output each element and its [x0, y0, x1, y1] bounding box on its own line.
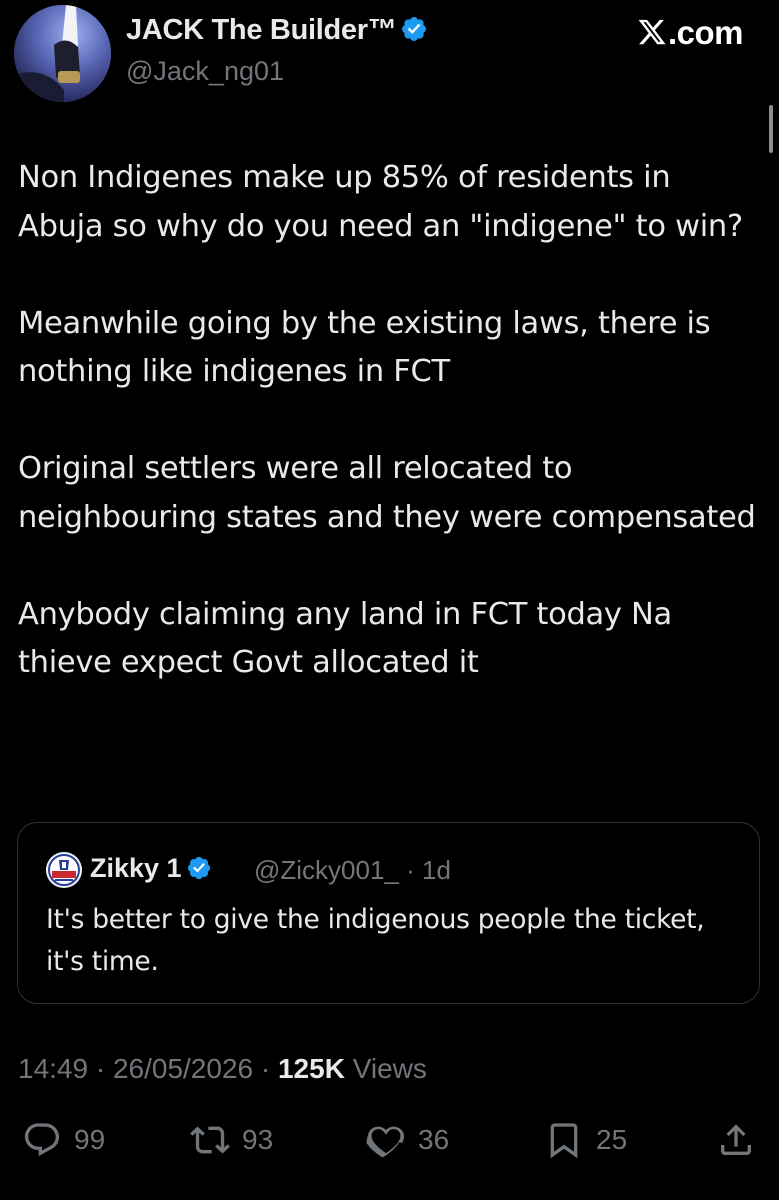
tweet-paragraph: Original settlers were all relocated to …: [18, 451, 756, 535]
action-bar: 99 93 36 25: [0, 1118, 779, 1162]
quote-author-name-text: Zikky 1: [90, 853, 182, 883]
tweet-paragraph: Non Indigenes make up 85% of residents i…: [18, 160, 743, 244]
bookmark-icon: [544, 1120, 584, 1160]
author-avatar[interactable]: [14, 5, 111, 102]
quote-handle-time: @Zicky001_ · 1d: [254, 855, 451, 885]
heart-icon: [366, 1120, 406, 1160]
reply-icon: [22, 1120, 62, 1160]
scroll-indicator: [769, 105, 773, 153]
like-button[interactable]: 36: [366, 1118, 449, 1162]
quoted-tweet[interactable]: Zikky 1 @Zicky001_ · 1d It's better to g…: [17, 822, 760, 1004]
reply-button[interactable]: 99: [22, 1118, 105, 1162]
repost-icon: [190, 1120, 230, 1160]
reply-count: 99: [74, 1124, 106, 1155]
quote-avatar[interactable]: [46, 852, 82, 888]
like-count: 36: [418, 1124, 450, 1155]
verified-badge-icon: [186, 855, 212, 881]
quote-text: It's better to give the indigenous peopl…: [46, 904, 705, 977]
verified-badge-icon: [400, 15, 428, 43]
x-logo: .com: [637, 14, 744, 52]
author-handle[interactable]: @Jack_ng01: [126, 56, 284, 87]
views-count: 125K: [277, 1053, 345, 1084]
timestamp[interactable]: 14:49 · 26/05/2026 ·: [18, 1053, 278, 1084]
repost-count: 93: [242, 1124, 274, 1155]
x-logo-text: .com: [667, 14, 744, 51]
author-name-text: JACK The Builder™: [126, 14, 397, 46]
tweet-paragraph: Meanwhile going by the existing laws, th…: [18, 305, 711, 390]
share-icon: [716, 1120, 756, 1160]
tweet-meta: 14:49 · 26/05/2026 · 125K Views: [18, 1053, 427, 1085]
bookmark-button[interactable]: 25: [544, 1118, 627, 1162]
tweet-paragraph: Anybody claiming any land in FCT today N…: [18, 596, 672, 681]
tweet-text: Non Indigenes make up 85% of residents i…: [18, 154, 758, 688]
share-button[interactable]: [716, 1118, 756, 1162]
quote-author-name[interactable]: Zikky 1: [90, 853, 212, 884]
tweet-screenshot: JACK The Builder™ @Jack_ng01 .com Non In…: [0, 0, 779, 1200]
x-logo-icon: [637, 17, 667, 47]
views-label: Views: [344, 1053, 427, 1084]
bookmark-count: 25: [596, 1124, 628, 1155]
author-name[interactable]: JACK The Builder™: [126, 14, 428, 47]
repost-button[interactable]: 93: [190, 1118, 273, 1162]
